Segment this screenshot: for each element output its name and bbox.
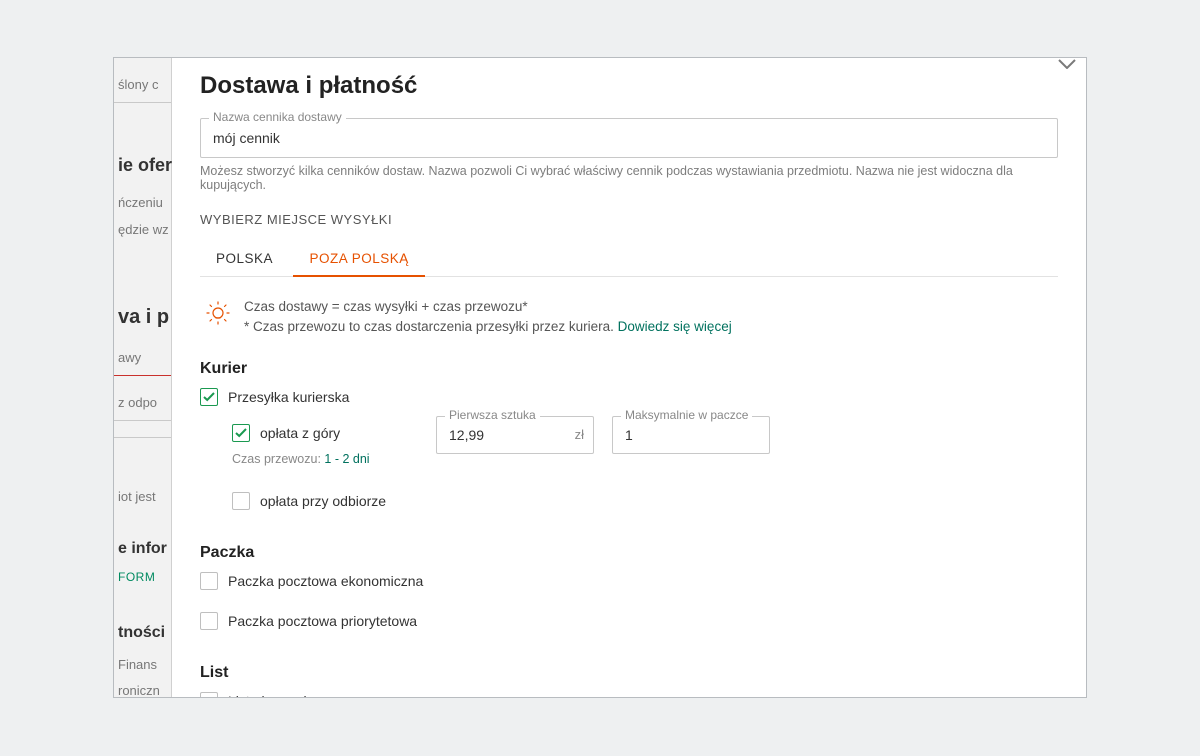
pay-upfront-option[interactable]: opłata z góry: [232, 424, 418, 442]
field-label: Pierwsza sztuka: [445, 408, 540, 422]
currency-label: zł: [575, 427, 584, 442]
option-label: List ekonomiczny: [228, 693, 335, 698]
field-label: Maksymalnie w paczce: [621, 408, 752, 422]
group-heading-package: Paczka: [200, 544, 1058, 562]
bg-text: z odpo: [114, 390, 171, 416]
letter-economy-option[interactable]: List ekonomiczny: [200, 692, 1058, 698]
helper-text: Możesz stworzyć kilka cenników dostaw. N…: [200, 164, 1058, 192]
checkbox-unchecked-icon[interactable]: [200, 572, 218, 590]
modal-title: Dostawa i płatność: [200, 72, 1058, 100]
bg-text: roniczn: [114, 678, 171, 698]
transit-time: Czas przewozu: 1 - 2 dni: [232, 452, 418, 466]
option-label: Paczka pocztowa priorytetowa: [228, 613, 417, 629]
info-callout: Czas dostawy = czas wysyłki + czas przew…: [200, 297, 1058, 338]
lightbulb-icon: [206, 301, 230, 325]
bg-text: tności: [114, 618, 171, 648]
max-per-package-field: Maksymalnie w paczce: [612, 416, 770, 454]
courier-shipment-option[interactable]: Przesyłka kurierska: [200, 388, 1058, 406]
group-heading-letter: List: [200, 664, 1058, 682]
checkbox-unchecked-icon[interactable]: [232, 492, 250, 510]
bg-text: FORM: [114, 565, 171, 590]
option-label: Paczka pocztowa ekonomiczna: [228, 573, 423, 589]
info-line: Czas dostawy = czas wysyłki + czas przew…: [244, 299, 528, 314]
location-tabs: POLSKA POZA POLSKĄ: [200, 241, 1058, 277]
checkbox-unchecked-icon[interactable]: [200, 612, 218, 630]
option-label: opłata przy odbiorze: [260, 493, 386, 509]
tab-abroad[interactable]: POZA POLSKĄ: [293, 241, 424, 276]
checkbox-checked-icon[interactable]: [200, 388, 218, 406]
bg-text: va i p: [114, 299, 171, 335]
bg-text: ie ofer: [114, 149, 171, 182]
bg-text: ślony c: [114, 72, 171, 98]
option-label: opłata z góry: [260, 425, 340, 441]
bg-text: ędzie wz: [114, 217, 171, 243]
ship-from-label: WYBIERZ MIEJSCE WYSYŁKI: [200, 212, 1058, 227]
checkbox-unchecked-icon[interactable]: [200, 692, 218, 698]
bg-text: awy: [114, 345, 171, 371]
close-icon[interactable]: [1058, 58, 1076, 75]
first-item-price-field: Pierwsza sztuka zł: [436, 416, 594, 454]
bg-text: e infor: [114, 534, 171, 564]
pay-on-delivery-option[interactable]: opłata przy odbiorze: [232, 492, 1058, 510]
checkbox-checked-icon[interactable]: [232, 424, 250, 442]
package-economy-option[interactable]: Paczka pocztowa ekonomiczna: [200, 572, 1058, 590]
bg-text: iot jest: [114, 484, 171, 510]
pricelist-name-input[interactable]: [200, 118, 1058, 158]
group-heading-courier: Kurier: [200, 360, 1058, 378]
bg-text: Finans: [114, 652, 171, 678]
bg-text: ńczeniu: [114, 190, 171, 216]
tab-poland[interactable]: POLSKA: [200, 241, 289, 276]
field-label: Nazwa cennika dostawy: [209, 110, 346, 124]
pricelist-name-field: Nazwa cennika dostawy: [200, 118, 1058, 158]
background-form-panel: ślony c ie ofer ńczeniu ędzie wz va i p …: [114, 58, 172, 697]
info-line: * Czas przewozu to czas dostarczenia prz…: [244, 319, 618, 334]
delivery-payment-modal: Dostawa i płatność Nazwa cennika dostawy…: [172, 58, 1086, 697]
learn-more-link[interactable]: Dowiedz się więcej: [618, 319, 732, 334]
package-priority-option[interactable]: Paczka pocztowa priorytetowa: [200, 612, 1058, 630]
option-label: Przesyłka kurierska: [228, 389, 349, 405]
